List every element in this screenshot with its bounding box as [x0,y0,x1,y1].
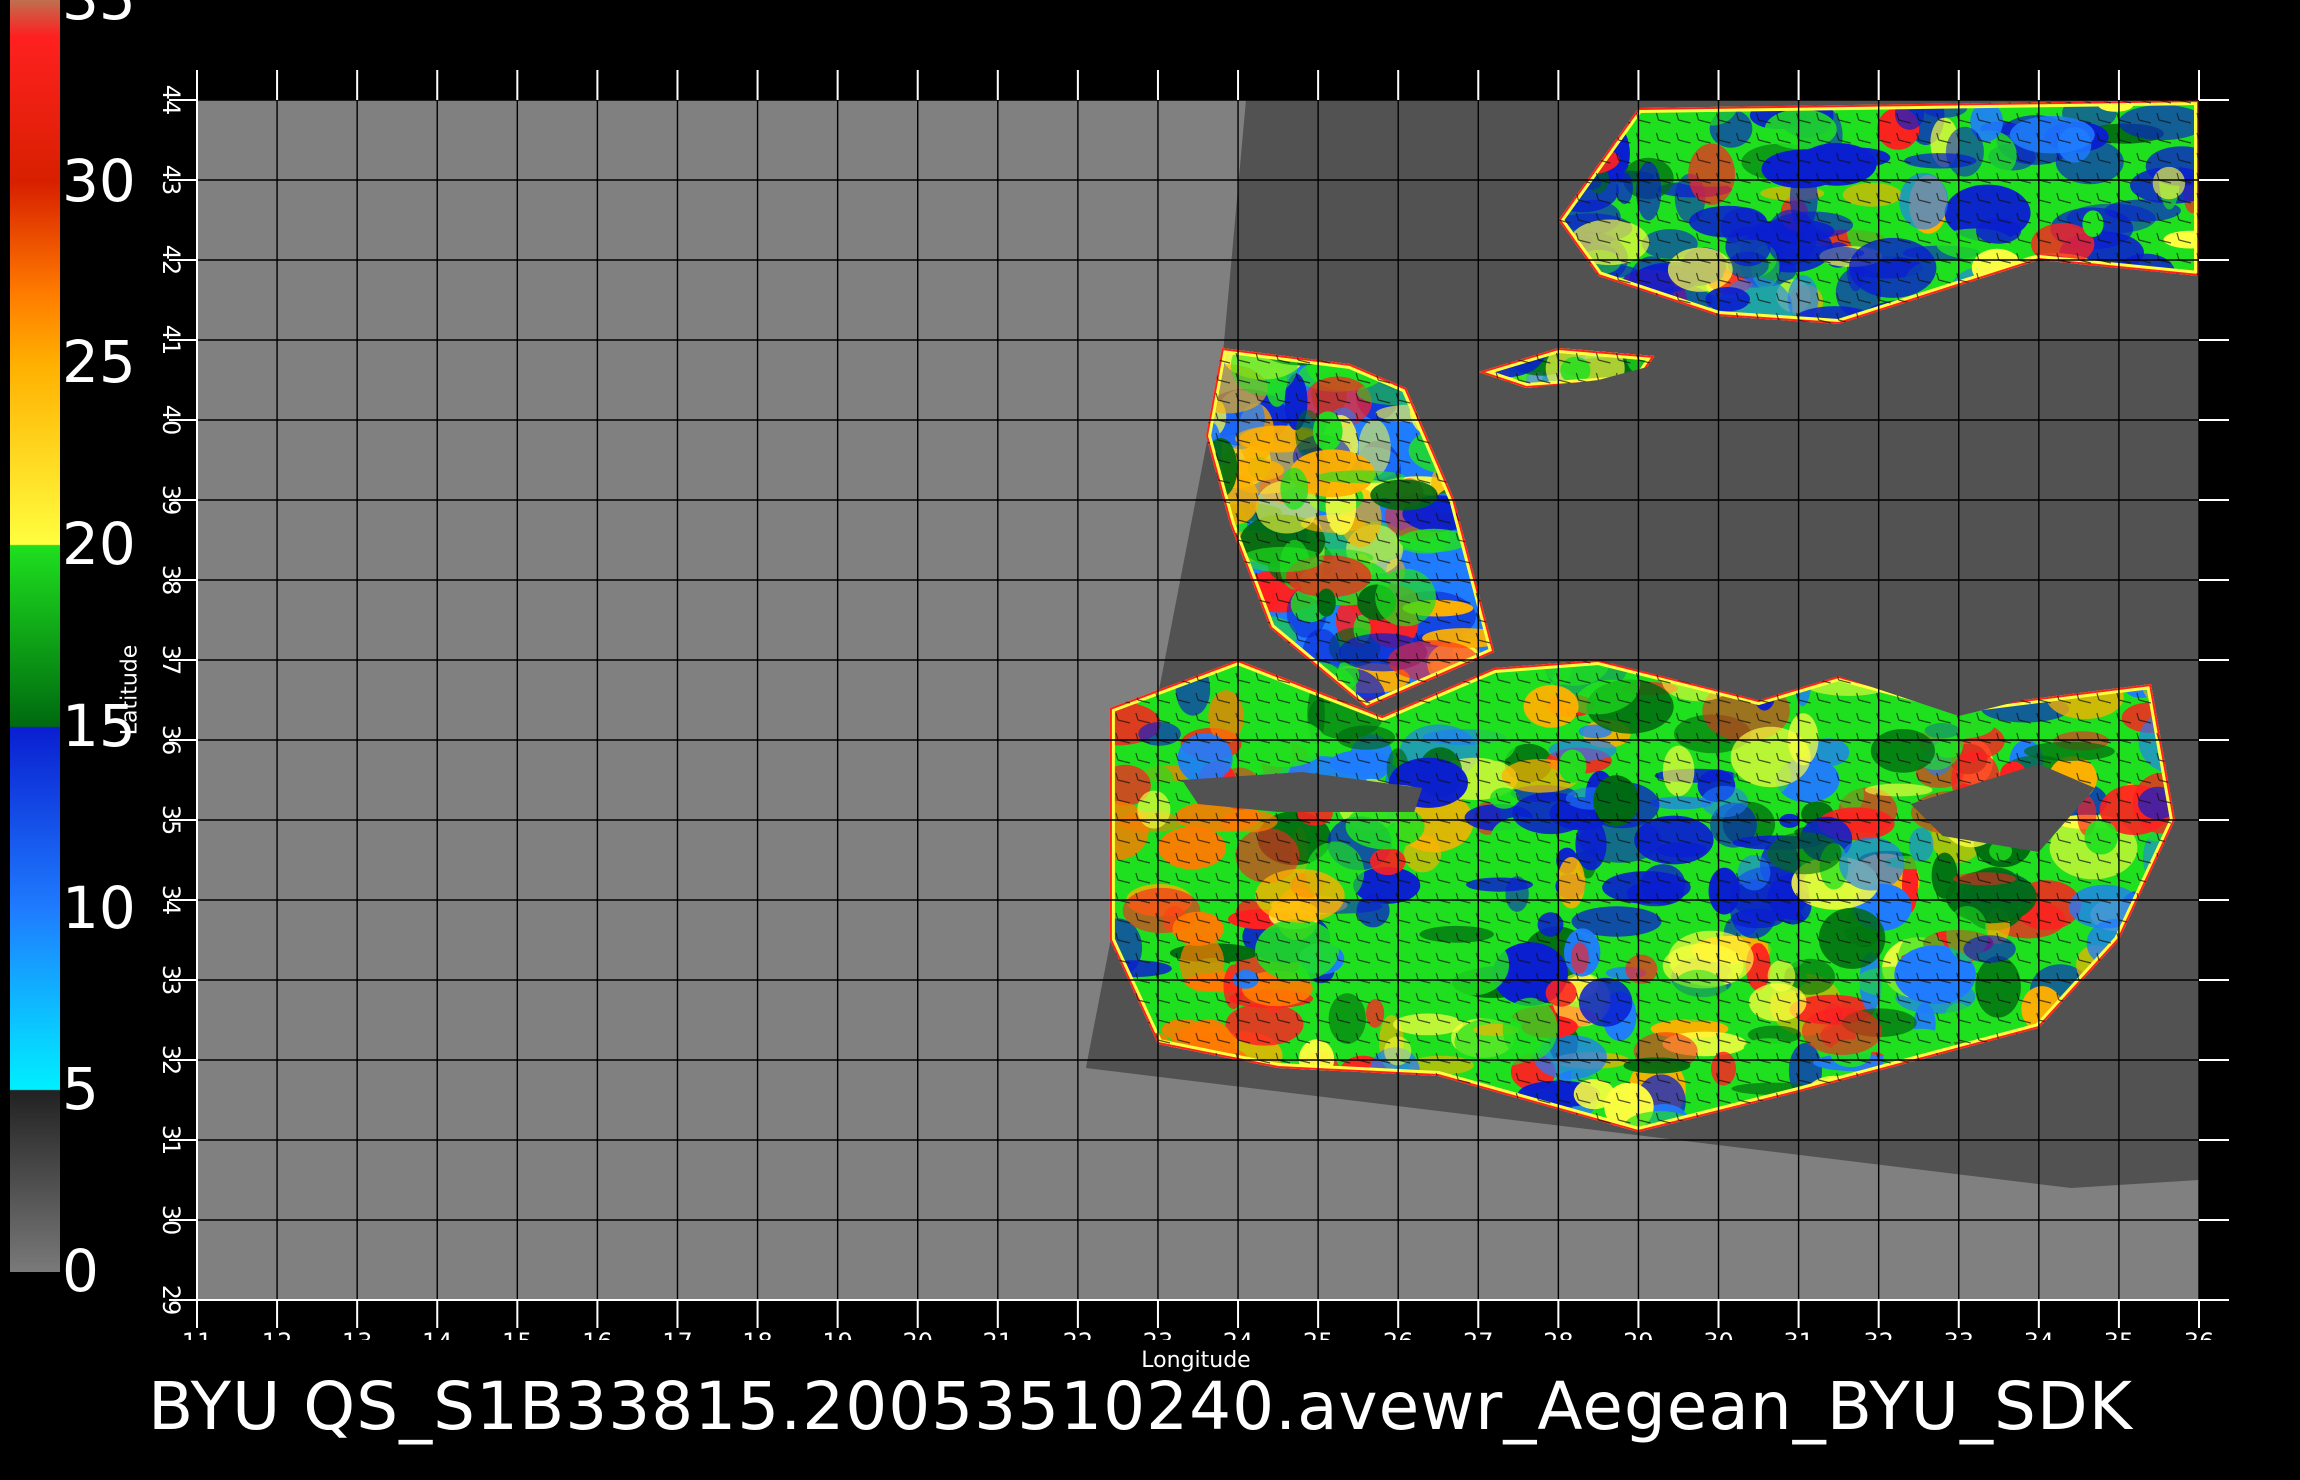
x-tick-label: 21 [983,1328,1014,1340]
x-tick-label: 15 [502,1328,533,1340]
x-tick-label: 19 [822,1328,853,1340]
x-tick-label: 17 [662,1328,693,1340]
y-tick-label: 44 [157,85,185,116]
y-tick-label: 32 [157,1045,185,1076]
x-tick-label: 13 [342,1328,373,1340]
x-tick-label: 32 [1863,1328,1894,1340]
x-tick-label: 11 [182,1328,213,1340]
x-tick-label: 16 [582,1328,613,1340]
wind-speed-map: 11 12 13 14 15 16 17 18 19 20 21 22 23 24 25 26 27 28 29 30… [157,70,2229,1340]
x-tick-label: 35 [2104,1328,2135,1340]
y-tick-label: 42 [157,245,185,276]
x-tick-label: 26 [1383,1328,1414,1340]
y-tick-label: 38 [157,565,185,596]
x-tick-label: 33 [1943,1328,1974,1340]
x-tick-label: 22 [1063,1328,1094,1340]
y-tick-label: 40 [157,405,185,436]
x-tick-label: 31 [1783,1328,1814,1340]
x-tick-label: 28 [1543,1328,1574,1340]
y-tick-label: 29 [157,1285,185,1316]
y-tick-label: 31 [157,1125,185,1156]
x-tick-label: 27 [1463,1328,1494,1340]
y-tick-label: 34 [157,885,185,916]
x-tick-label: 34 [2024,1328,2055,1340]
image-caption: BYU QS_S1B33815.20053510240.avewr_Aegean… [148,1368,2133,1445]
y-tick-label: 41 [157,325,185,356]
x-tick-label: 12 [262,1328,293,1340]
y-tick-label: 30 [157,1205,185,1236]
x-tick-label: 18 [742,1328,773,1340]
x-tick-label: 20 [902,1328,933,1340]
y-tick-label: 36 [157,725,185,756]
x-tick-label: 36 [2184,1328,2215,1340]
y-tick-label: 39 [157,485,185,516]
y-tick-label: 33 [157,965,185,996]
x-tick-label: 23 [1143,1328,1174,1340]
x-tick-label: 25 [1303,1328,1334,1340]
y-tick-label: 35 [157,805,185,836]
y-tick-label: 43 [157,165,185,196]
y-tick-label: 37 [157,645,185,676]
x-tick-label: 14 [422,1328,453,1340]
y-axis-title: Latitude [117,644,143,736]
x-tick-label: 29 [1623,1328,1654,1340]
x-tick-label: 30 [1703,1328,1734,1340]
x-tick-label: 24 [1223,1328,1254,1340]
